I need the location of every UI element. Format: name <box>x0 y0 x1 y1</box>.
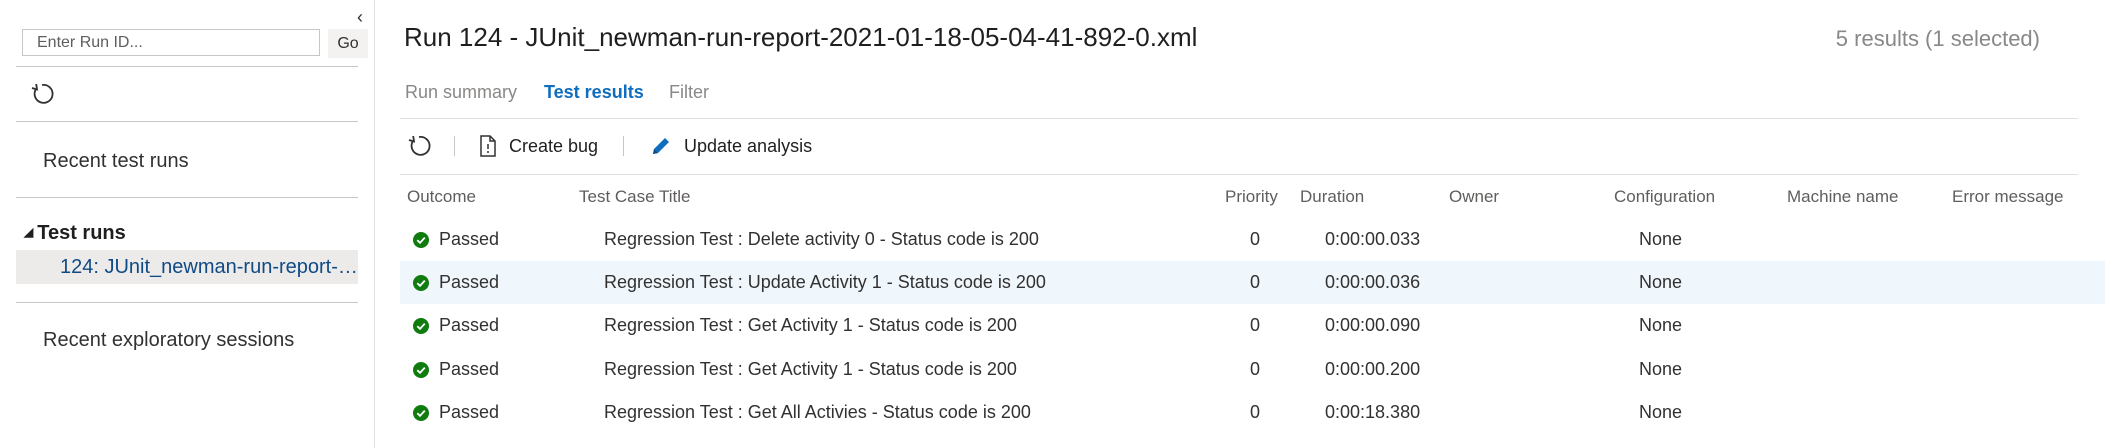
outcome-cell: Passed <box>439 272 500 292</box>
divider <box>400 174 2078 175</box>
recent-test-runs-link[interactable]: Recent test runs <box>43 150 189 173</box>
configuration-cell: None <box>1639 359 1683 379</box>
outcome-cell: Passed <box>439 229 500 249</box>
left-panel: ‹ Go Recent test runs ◢ Test runs 124: JU… <box>0 0 375 448</box>
check-circle-icon <box>413 275 429 291</box>
test-runs-tree-header[interactable]: ◢ Test runs <box>24 222 126 245</box>
update-analysis-label: Update analysis <box>684 135 813 156</box>
column-header-configuration[interactable]: Configuration <box>1614 187 1715 207</box>
title-cell: Regression Test : Get Activity 1 - Statu… <box>604 315 1017 335</box>
tab-filter[interactable]: Filter <box>669 82 709 103</box>
duration-cell: 0:00:18.380 <box>1325 402 1421 422</box>
table-row[interactable]: Passed Regression Test : Delete activity… <box>400 218 2105 261</box>
configuration-cell: None <box>1639 315 1683 335</box>
title-cell: Regression Test : Get Activity 1 - Statu… <box>604 359 1017 379</box>
table-row-selected[interactable]: Passed Regression Test : Update Activity… <box>400 261 2105 304</box>
caret-down-icon[interactable]: ◢ <box>24 225 33 239</box>
test-runs-label: Test runs <box>37 222 126 244</box>
tab-run-summary[interactable]: Run summary <box>405 82 517 103</box>
run-id-input[interactable] <box>22 29 320 56</box>
page-title: Run 124 - JUnit_newman-run-report-2021-0… <box>404 22 1198 52</box>
main-content: Run 124 - JUnit_newman-run-report-2021-0… <box>375 0 2105 448</box>
tree-item-run-124[interactable]: 124: JUnit_newman-run-report-2021-01-18-… <box>16 250 358 284</box>
pencil-icon <box>653 138 669 154</box>
toolbar-separator <box>623 136 624 156</box>
priority-cell: 0 <box>1250 315 1261 335</box>
check-circle-icon <box>413 405 429 421</box>
column-header-priority[interactable]: Priority <box>1225 187 1278 207</box>
toolbar-separator <box>454 136 455 156</box>
create-bug-label: Create bug <box>509 135 599 156</box>
title-cell: Regression Test : Delete activity 0 - St… <box>604 229 1039 249</box>
check-circle-icon <box>413 362 429 378</box>
title-cell: Regression Test : Update Activity 1 - St… <box>604 272 1046 292</box>
priority-cell: 0 <box>1250 272 1261 292</box>
duration-cell: 0:00:00.036 <box>1325 272 1421 292</box>
recent-exploratory-sessions-link[interactable]: Recent exploratory sessions <box>43 329 294 352</box>
tab-test-results[interactable]: Test results <box>544 82 644 103</box>
check-circle-icon <box>413 232 429 248</box>
outcome-cell: Passed <box>439 402 500 422</box>
column-header-machine-name[interactable]: Machine name <box>1787 187 1899 207</box>
table-row[interactable]: Passed Regression Test : Get Activity 1 … <box>400 348 2105 391</box>
outcome-cell: Passed <box>439 315 500 335</box>
go-button[interactable]: Go <box>328 29 368 58</box>
check-circle-icon <box>413 318 429 334</box>
divider <box>400 118 2078 119</box>
column-header-owner[interactable]: Owner <box>1449 187 1499 207</box>
divider <box>16 302 358 303</box>
column-header-outcome[interactable]: Outcome <box>407 187 476 207</box>
divider <box>16 121 358 122</box>
title-cell: Regression Test : Get All Activies - Sta… <box>604 402 1031 422</box>
configuration-cell: None <box>1639 272 1683 292</box>
priority-cell: 0 <box>1250 402 1261 422</box>
configuration-cell: None <box>1639 229 1683 249</box>
table-row[interactable]: Passed Regression Test : Get All Activie… <box>400 391 2105 434</box>
duration-cell: 0:00:00.033 <box>1325 229 1421 249</box>
refresh-icon[interactable] <box>28 80 56 108</box>
update-analysis-button[interactable]: Update analysis <box>650 132 812 160</box>
column-header-title[interactable]: Test Case Title <box>579 187 691 207</box>
outcome-cell: Passed <box>439 359 500 379</box>
duration-cell: 0:00:00.090 <box>1325 315 1421 335</box>
document-icon <box>480 135 496 157</box>
refresh-icon[interactable] <box>405 132 433 160</box>
configuration-cell: None <box>1639 402 1683 422</box>
priority-cell: 0 <box>1250 229 1261 249</box>
results-count: 5 results (1 selected) <box>1835 26 2040 51</box>
chevron-left-icon[interactable]: ‹ <box>350 6 370 28</box>
priority-cell: 0 <box>1250 359 1261 379</box>
column-header-error-message[interactable]: Error message <box>1952 187 2063 207</box>
create-bug-button[interactable]: Create bug <box>479 132 598 160</box>
divider <box>16 197 358 198</box>
column-header-duration[interactable]: Duration <box>1300 187 1364 207</box>
table-row[interactable]: Passed Regression Test : Get Activity 1 … <box>400 304 2105 347</box>
divider <box>16 66 358 67</box>
duration-cell: 0:00:00.200 <box>1325 359 1421 379</box>
